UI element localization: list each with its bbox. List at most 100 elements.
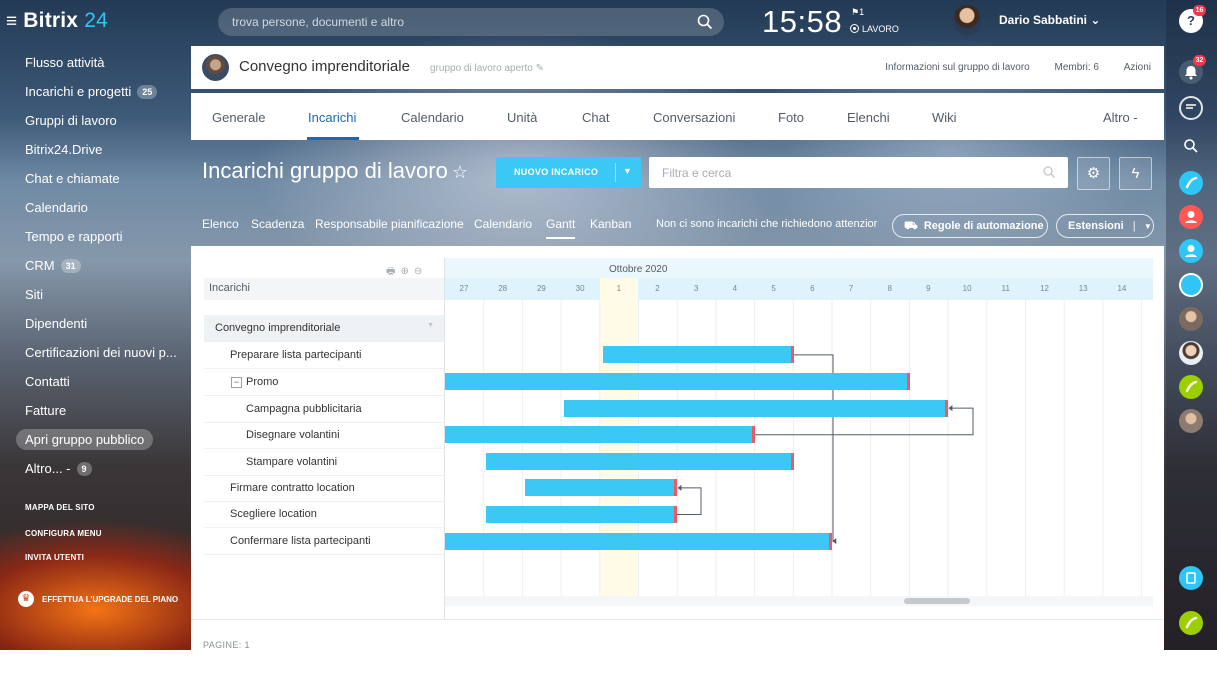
automation-quick-button[interactable]: ϟ bbox=[1119, 157, 1152, 190]
contact-avatar-icon[interactable] bbox=[1179, 205, 1203, 229]
search-icon[interactable] bbox=[1179, 134, 1203, 158]
gantt-bar[interactable] bbox=[602, 346, 794, 364]
contact-avatar[interactable] bbox=[1179, 341, 1203, 365]
sidebar-item-calendario[interactable]: Calendario bbox=[0, 197, 190, 226]
print-icon[interactable]: 🖶 bbox=[386, 266, 400, 277]
members-link[interactable]: Membri: 6 bbox=[1055, 62, 1099, 73]
invite-users-link[interactable]: INVITA UTENTI bbox=[25, 553, 84, 562]
tab-incarichi[interactable]: Incarichi bbox=[308, 110, 356, 125]
sidebar-item-flusso[interactable]: Flusso attività bbox=[0, 52, 190, 81]
sidebar-item-siti[interactable]: Siti bbox=[0, 284, 190, 313]
gantt-bar[interactable] bbox=[563, 399, 948, 417]
tab-generale[interactable]: Generale bbox=[212, 110, 265, 125]
sidebar-item-contatti[interactable]: Contatti bbox=[0, 371, 190, 400]
collapse-icon[interactable]: − bbox=[231, 377, 242, 388]
filter-search-input[interactable]: Filtra e cerca bbox=[649, 157, 1068, 188]
group-avatar[interactable] bbox=[202, 54, 229, 81]
document-icon[interactable] bbox=[1179, 566, 1203, 590]
chevron-down-icon[interactable]: ▼ bbox=[427, 322, 434, 329]
view-scadenza[interactable]: Scadenza bbox=[251, 217, 304, 231]
flag-indicator[interactable]: ⚑1 bbox=[851, 7, 864, 18]
tab-foto[interactable]: Foto bbox=[778, 110, 804, 125]
upgrade-plan-button[interactable]: ♛ EFFETTUA L'UPGRADE DEL PIANO bbox=[0, 582, 190, 616]
sidebar-item-drive[interactable]: Bitrix24.Drive bbox=[0, 139, 190, 168]
zoom-out-icon[interactable]: ⊖ bbox=[414, 266, 427, 277]
group-info-link[interactable]: Informazioni sul gruppo di lavoro bbox=[885, 62, 1030, 73]
task-name: Campagna pubblicitaria bbox=[246, 403, 362, 415]
sidebar-item-tempo[interactable]: Tempo e rapporti bbox=[0, 226, 190, 255]
app-logo[interactable]: ≡ Bitrix 24 bbox=[6, 9, 108, 33]
phone-icon[interactable] bbox=[1179, 171, 1203, 195]
new-task-button[interactable]: NUOVO INCARICO ▼ bbox=[496, 157, 641, 188]
user-menu[interactable]: Dario Sabbatini ⌄ bbox=[999, 13, 1100, 27]
zoom-in-icon[interactable]: ⊕ bbox=[400, 266, 413, 277]
tab-elenchi[interactable]: Elenchi bbox=[847, 110, 890, 125]
gantt-task-row[interactable]: Disegnare volantini bbox=[204, 422, 444, 449]
tab-calendario[interactable]: Calendario bbox=[401, 110, 464, 125]
view-kanban[interactable]: Kanban bbox=[590, 217, 631, 231]
footer-divider bbox=[191, 619, 1164, 620]
scrollbar-thumb[interactable] bbox=[904, 598, 970, 604]
sidebar-item-gruppi[interactable]: Gruppi di lavoro bbox=[0, 110, 190, 139]
sidebar-item-fatture[interactable]: Fatture bbox=[0, 400, 190, 429]
settings-button[interactable]: ⚙ bbox=[1077, 157, 1110, 190]
split-divider: | bbox=[1132, 220, 1136, 232]
contact-avatar-icon[interactable] bbox=[1179, 239, 1203, 263]
user-avatar[interactable] bbox=[952, 5, 982, 35]
gantt-bar[interactable] bbox=[486, 506, 678, 523]
sidebar-item-chat[interactable]: Chat e chiamate bbox=[0, 168, 190, 197]
tab-unita[interactable]: Unità bbox=[507, 110, 537, 125]
sidebar-item-label: Bitrix24.Drive bbox=[25, 142, 103, 157]
view-calendario[interactable]: Calendario bbox=[474, 217, 532, 231]
contact-avatar[interactable] bbox=[1179, 307, 1203, 331]
sitemap-link[interactable]: MAPPA DEL SITO bbox=[25, 503, 95, 512]
gantt-bar[interactable] bbox=[445, 373, 910, 390]
contact-avatar[interactable] bbox=[1179, 409, 1203, 433]
sidebar-item-certificazioni[interactable]: Certificazioni dei nuovi p... bbox=[0, 342, 190, 371]
gantt-bar[interactable] bbox=[445, 532, 833, 550]
tab-wiki[interactable]: Wiki bbox=[932, 110, 957, 125]
sidebar-item-apri-gruppo[interactable]: Apri gruppo pubblico bbox=[0, 429, 190, 458]
gantt-bar[interactable] bbox=[525, 479, 678, 497]
clock[interactable]: 15:58 bbox=[762, 4, 842, 40]
page-title-text: Incarichi gruppo di lavoro bbox=[202, 158, 448, 183]
gantt-task-row[interactable]: Preparare lista partecipanti bbox=[204, 342, 444, 369]
view-elenco[interactable]: Elenco bbox=[202, 217, 239, 231]
gantt-task-row[interactable]: Firmare contratto location bbox=[204, 475, 444, 502]
menu-icon[interactable]: ≡ bbox=[6, 11, 17, 32]
gantt-task-row[interactable]: Campagna pubblicitaria bbox=[204, 396, 444, 423]
sidebar-item-crm[interactable]: CRM 31 bbox=[0, 255, 190, 284]
sidebar-item-incarichi[interactable]: Incarichi e progetti 25 bbox=[0, 81, 190, 110]
gantt-task-row[interactable]: Convegno imprenditoriale ▼ bbox=[204, 315, 444, 342]
pencil-icon[interactable]: ✎ bbox=[536, 63, 544, 74]
chat-icon[interactable] bbox=[1179, 96, 1203, 120]
tab-altro[interactable]: Altro - bbox=[1103, 110, 1138, 125]
extensions-button[interactable]: Estensioni | ▼ bbox=[1056, 214, 1154, 238]
work-status[interactable]: LAVORO bbox=[850, 24, 899, 34]
view-gantt[interactable]: Gantt bbox=[546, 217, 576, 239]
view-responsabile[interactable]: Responsabile pianificazione bbox=[315, 217, 464, 231]
phone-call-icon[interactable] bbox=[1179, 611, 1203, 635]
actions-link[interactable]: Azioni bbox=[1124, 62, 1151, 73]
chevron-down-icon[interactable]: ▼ bbox=[623, 166, 632, 176]
tab-conversazioni[interactable]: Conversazioni bbox=[653, 110, 735, 125]
gantt-bar[interactable] bbox=[486, 452, 794, 470]
gantt-task-row[interactable]: Confermare lista partecipanti bbox=[204, 528, 444, 555]
sidebar-item-altro[interactable]: Altro... - 9 bbox=[0, 458, 190, 487]
global-search-input[interactable]: trova persone, documenti e altro bbox=[218, 8, 724, 36]
gantt-task-row[interactable]: Scegliere location bbox=[204, 501, 444, 528]
gantt-scrollbar[interactable] bbox=[445, 596, 1153, 606]
automation-rules-button[interactable]: ⛟ Regole di automazione bbox=[892, 214, 1048, 238]
phone-call-icon[interactable] bbox=[1179, 375, 1203, 399]
gantt-task-row[interactable]: − Promo bbox=[204, 369, 444, 396]
sidebar-item-dipendenti[interactable]: Dipendenti bbox=[0, 313, 190, 342]
group-title[interactable]: Convegno imprenditoriale bbox=[239, 58, 410, 75]
star-icon[interactable]: ☆ bbox=[452, 162, 468, 182]
tab-chat[interactable]: Chat bbox=[582, 110, 609, 125]
configure-menu-link[interactable]: CONFIGURA MENU bbox=[25, 529, 102, 538]
bot-avatar-icon[interactable] bbox=[1179, 273, 1203, 297]
chevron-down-icon[interactable]: ▼ bbox=[1144, 222, 1152, 231]
gantt-task-row[interactable]: Stampare volantini bbox=[204, 449, 444, 476]
gantt-bar[interactable] bbox=[445, 426, 755, 444]
count-badge: 31 bbox=[60, 259, 81, 273]
